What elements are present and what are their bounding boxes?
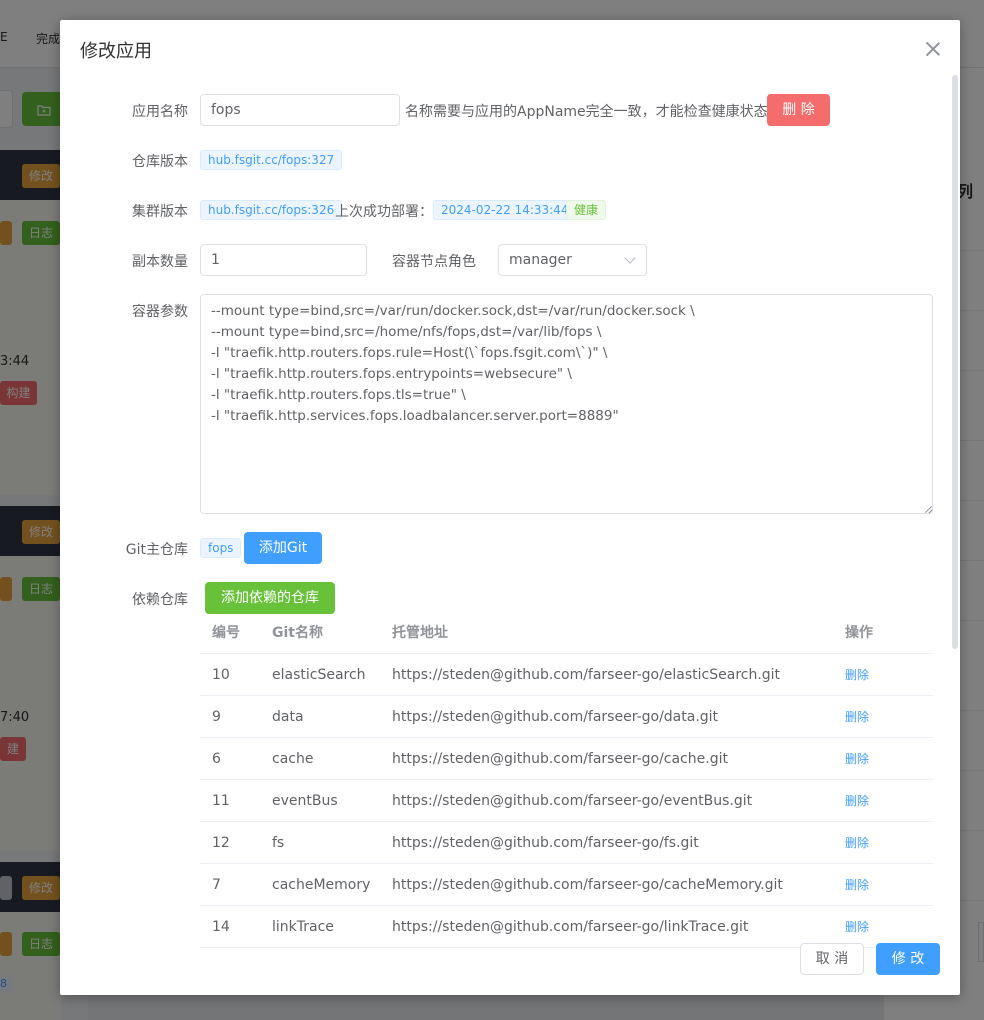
replicas-input[interactable]: 1 <box>200 244 367 276</box>
cancel-button[interactable]: 取 消 <box>800 943 864 975</box>
row-delete-link[interactable]: 删除 <box>845 696 869 738</box>
row-url: https://steden@github.com/farseer-go/eve… <box>392 793 753 809</box>
header-id: 编号 <box>212 625 240 641</box>
row-git-name: fs <box>272 835 285 851</box>
row-git-name: elasticSearch <box>272 667 366 683</box>
replicas-label: 副本数量 <box>132 254 188 270</box>
row-url: https://steden@github.com/farseer-go/lin… <box>392 919 749 935</box>
row-url: https://steden@github.com/farseer-go/cac… <box>392 877 783 893</box>
git-main-tag: fops <box>200 538 242 558</box>
header-action: 操作 <box>845 625 873 641</box>
node-role-select[interactable]: manager <box>498 244 647 276</box>
row-delete-link[interactable]: 删除 <box>845 864 869 906</box>
cluster-version-label: 集群版本 <box>132 204 188 220</box>
table-row: 12 fs https://steden@github.com/farseer-… <box>200 822 933 864</box>
row-delete-link[interactable]: 删除 <box>845 780 869 822</box>
row-git-name: cache <box>272 751 314 767</box>
cluster-version-tag: hub.fsgit.cc/fops:326 <box>200 200 343 220</box>
row-git-name: cacheMemory <box>272 877 371 893</box>
table-row: 9 data https://steden@github.com/farseer… <box>200 696 933 738</box>
row-id: 7 <box>212 877 221 893</box>
app-name-label: 应用名称 <box>132 104 188 120</box>
row-id: 11 <box>212 793 230 809</box>
confirm-edit-button[interactable]: 修 改 <box>876 943 940 975</box>
table-row: 6 cache https://steden@github.com/farsee… <box>200 738 933 780</box>
container-args-textarea[interactable]: --mount type=bind,src=/var/run/docker.so… <box>200 294 933 514</box>
header-url: 托管地址 <box>392 625 448 641</box>
row-git-name: data <box>272 709 304 725</box>
app-name-hint: 名称需要与应用的AppName完全一致，才能检查健康状态 <box>405 104 768 120</box>
row-url: https://steden@github.com/farseer-go/cac… <box>392 751 728 767</box>
edit-app-dialog: 修改应用 应用名称 fops 名称需要与应用的AppName完全一致，才能检查健… <box>60 20 960 995</box>
last-deploy-time-tag: 2024-02-22 14:33:44 <box>433 200 577 220</box>
row-url: https://steden@github.com/farseer-go/dat… <box>392 709 719 725</box>
last-deploy-label: 上次成功部署： <box>335 204 433 220</box>
table-row: 14 linkTrace https://steden@github.com/f… <box>200 906 933 948</box>
row-delete-link[interactable]: 删除 <box>845 822 869 864</box>
container-args-label: 容器参数 <box>132 304 188 320</box>
dialog-title: 修改应用 <box>80 41 152 62</box>
header-git-name: Git名称 <box>272 625 323 641</box>
dialog-scrollbar[interactable] <box>952 75 958 649</box>
repo-version-label: 仓库版本 <box>132 154 188 170</box>
deps-label: 依赖仓库 <box>132 592 188 608</box>
close-icon[interactable] <box>926 42 940 56</box>
node-role-label: 容器节点角色 <box>392 254 476 270</box>
row-id: 12 <box>212 835 230 851</box>
row-url: https://steden@github.com/farseer-go/fs.… <box>392 835 699 851</box>
node-role-value: manager <box>509 252 572 268</box>
row-git-name: linkTrace <box>272 919 334 935</box>
table-row: 11 eventBus https://steden@github.com/fa… <box>200 780 933 822</box>
git-main-label: Git主仓库 <box>125 542 188 558</box>
table-header: 编号 Git名称 托管地址 操作 <box>200 612 933 654</box>
repo-version-tag: hub.fsgit.cc/fops:327 <box>200 150 343 170</box>
add-dependency-button[interactable]: 添加依赖的仓库 <box>205 582 335 614</box>
row-id: 6 <box>212 751 221 767</box>
app-name-input[interactable]: fops <box>200 94 400 126</box>
chevron-down-icon <box>624 252 636 264</box>
row-id: 14 <box>212 919 230 935</box>
row-delete-link[interactable]: 删除 <box>845 654 869 696</box>
dependency-table: 编号 Git名称 托管地址 操作 10 elasticSearch https:… <box>200 612 933 948</box>
add-git-button[interactable]: 添加Git <box>244 532 322 564</box>
resize-handle-icon[interactable] <box>924 505 932 513</box>
health-status-tag: 健康 <box>566 200 607 220</box>
row-url: https://steden@github.com/farseer-go/ela… <box>392 667 781 683</box>
delete-app-button[interactable]: 删 除 <box>767 94 830 126</box>
row-id: 9 <box>212 709 221 725</box>
table-row: 7 cacheMemory https://steden@github.com/… <box>200 864 933 906</box>
row-delete-link[interactable]: 删除 <box>845 906 869 948</box>
row-git-name: eventBus <box>272 793 338 809</box>
row-id: 10 <box>212 667 230 683</box>
row-delete-link[interactable]: 删除 <box>845 738 869 780</box>
table-row: 10 elasticSearch https://steden@github.c… <box>200 654 933 696</box>
